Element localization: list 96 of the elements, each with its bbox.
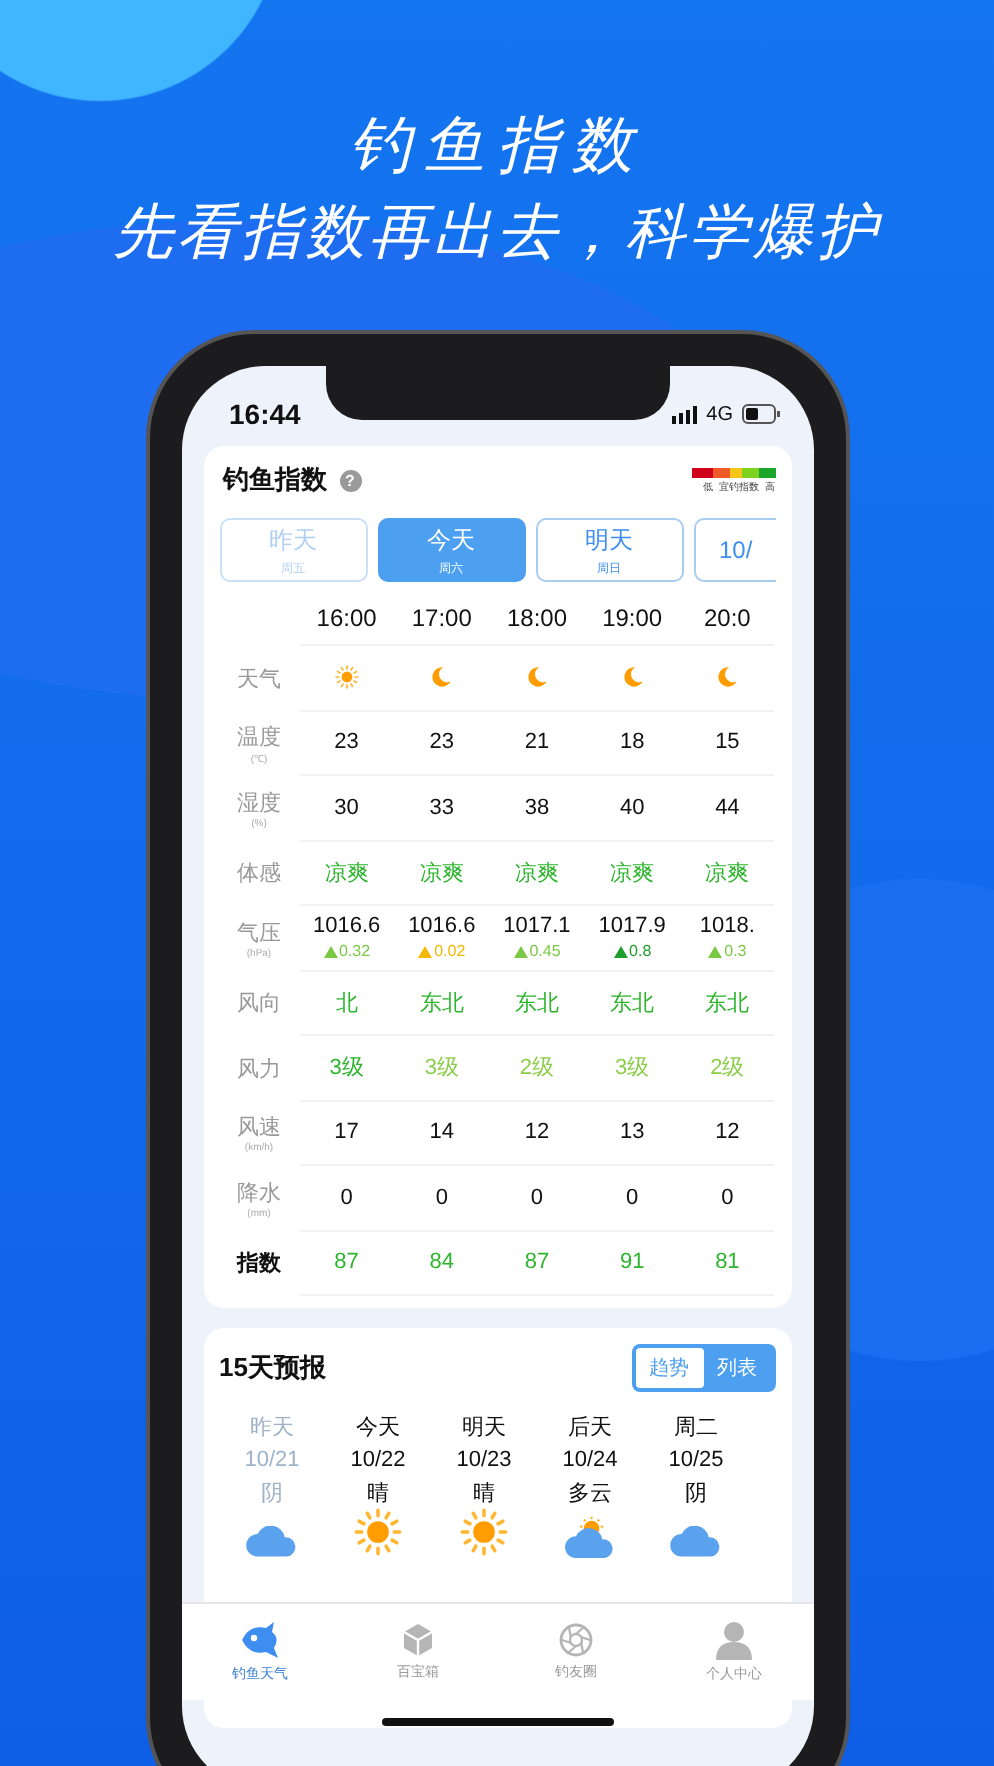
row-label: 体感 bbox=[237, 860, 281, 889]
day-tab[interactable]: 10/ bbox=[693, 518, 775, 582]
row-label: 湿度 bbox=[237, 789, 281, 818]
fish-icon bbox=[238, 1620, 282, 1660]
weather-label: 阴 bbox=[685, 1480, 707, 1508]
date-label: 10/22 bbox=[350, 1448, 406, 1472]
pressure-change: 0.45 bbox=[529, 942, 561, 961]
index-value: 84 bbox=[429, 1250, 455, 1275]
headline-title: 钓鱼指数 bbox=[349, 108, 645, 186]
table-cell: 44 bbox=[715, 795, 740, 820]
table-cell: 12 bbox=[524, 1120, 550, 1145]
hour-label: 19:00 bbox=[602, 603, 663, 631]
row-label: 降水 bbox=[237, 1179, 281, 1208]
day-label: 昨天 bbox=[250, 1414, 294, 1442]
date-label: 10/24 bbox=[562, 1448, 618, 1472]
status-time: 16:44 bbox=[229, 398, 301, 430]
pressure-value: 1016.6 bbox=[408, 914, 476, 939]
pressure-change: 0.32 bbox=[339, 942, 371, 961]
table-cell-text: 3级 bbox=[329, 1054, 364, 1083]
row-label: 风力 bbox=[237, 1055, 281, 1084]
table-cell: 0 bbox=[721, 1185, 734, 1210]
hour-label: 18:00 bbox=[506, 603, 567, 631]
weather-label: 阴 bbox=[261, 1480, 283, 1508]
day-label: 今天 bbox=[356, 1414, 400, 1442]
table-cell-text: 凉爽 bbox=[419, 859, 464, 888]
row-label: 风速 bbox=[237, 1114, 281, 1142]
weather-label: 晴 bbox=[367, 1480, 389, 1508]
table-cell: 0 bbox=[340, 1185, 353, 1210]
table-cell-text: 凉爽 bbox=[324, 859, 369, 888]
pressure-change: 0.8 bbox=[629, 942, 652, 961]
table-cell: 17 bbox=[334, 1120, 359, 1145]
weather-label: 晴 bbox=[473, 1480, 495, 1508]
table-cell-text: 东北 bbox=[419, 989, 464, 1018]
table-cell-text: 凉爽 bbox=[610, 859, 655, 888]
hour-label: 16:00 bbox=[316, 603, 377, 631]
row-label: 风向 bbox=[237, 990, 281, 1019]
table-cell-text: 3级 bbox=[424, 1054, 459, 1083]
hour-label: 20:0 bbox=[704, 603, 751, 631]
pressure-change: 0.3 bbox=[724, 942, 747, 961]
table-cell: 12 bbox=[715, 1120, 740, 1145]
card-title: 15天预报 bbox=[219, 1350, 326, 1386]
row-label: 温度 bbox=[237, 723, 281, 752]
table-cell-text: 东北 bbox=[705, 989, 750, 1018]
weather-label: 多云 bbox=[568, 1480, 612, 1508]
pressure-change: 0.02 bbox=[434, 942, 466, 961]
table-cell: 18 bbox=[619, 730, 645, 755]
battery-icon bbox=[741, 404, 781, 424]
table-cell: 0 bbox=[435, 1185, 448, 1210]
table-cell-text: 东北 bbox=[610, 989, 655, 1018]
day-label: 后天 bbox=[568, 1414, 612, 1442]
table-cell-text: 2级 bbox=[710, 1054, 745, 1083]
aperture-icon bbox=[558, 1622, 594, 1658]
hour-label: 17:00 bbox=[411, 603, 472, 631]
signal-icon bbox=[672, 405, 699, 423]
date-label: 10/21 bbox=[244, 1448, 300, 1472]
card-title: 钓鱼指数 bbox=[223, 462, 327, 498]
date-label: 10/23 bbox=[456, 1448, 512, 1472]
index-value: 87 bbox=[524, 1250, 550, 1275]
table-cell-text: 2级 bbox=[519, 1054, 555, 1083]
toggle-option[interactable]: 趋势 bbox=[635, 1348, 703, 1388]
index-value: 87 bbox=[334, 1250, 359, 1275]
day-label: 周二 bbox=[674, 1414, 718, 1442]
pressure-value: 1016.6 bbox=[312, 914, 381, 939]
index-value: 81 bbox=[715, 1250, 740, 1275]
pressure-value: 1017.9 bbox=[598, 914, 666, 939]
table-cell-text: 凉爽 bbox=[514, 859, 559, 888]
table-cell: 0 bbox=[626, 1185, 639, 1210]
table-cell-text: 东北 bbox=[514, 989, 559, 1018]
date-label: 10/25 bbox=[668, 1448, 724, 1472]
row-label: 指数 bbox=[237, 1249, 281, 1279]
table-cell: 30 bbox=[334, 795, 359, 820]
person-icon bbox=[712, 1620, 756, 1660]
pressure-value: 1017.1 bbox=[503, 914, 571, 939]
table-cell: 0 bbox=[530, 1185, 544, 1210]
table-cell: 13 bbox=[619, 1120, 645, 1145]
help-icon[interactable]: ? bbox=[339, 469, 361, 491]
index-legend-bar bbox=[691, 467, 775, 477]
table-cell: 23 bbox=[334, 730, 359, 755]
network-label: 4G bbox=[706, 403, 733, 425]
headline-subtitle: 先看指数再出去，科学爆护 bbox=[113, 196, 881, 272]
table-cell-text: 3级 bbox=[615, 1054, 650, 1083]
day-label: 明天 bbox=[462, 1414, 506, 1442]
table-cell: 21 bbox=[524, 730, 550, 755]
table-cell-text: 北 bbox=[335, 989, 358, 1018]
pressure-value: 1018. bbox=[699, 914, 755, 939]
table-cell: 14 bbox=[429, 1120, 455, 1145]
row-label: 天气 bbox=[237, 665, 281, 694]
table-cell: 33 bbox=[429, 795, 455, 820]
row-label: 气压 bbox=[237, 919, 281, 948]
table-cell-text: 凉爽 bbox=[705, 859, 750, 888]
table-cell: 40 bbox=[619, 795, 645, 820]
table-cell: 15 bbox=[715, 730, 740, 755]
table-cell: 23 bbox=[429, 730, 455, 755]
table-cell: 38 bbox=[524, 795, 550, 820]
cube-icon bbox=[400, 1622, 436, 1658]
index-value: 91 bbox=[619, 1250, 645, 1275]
